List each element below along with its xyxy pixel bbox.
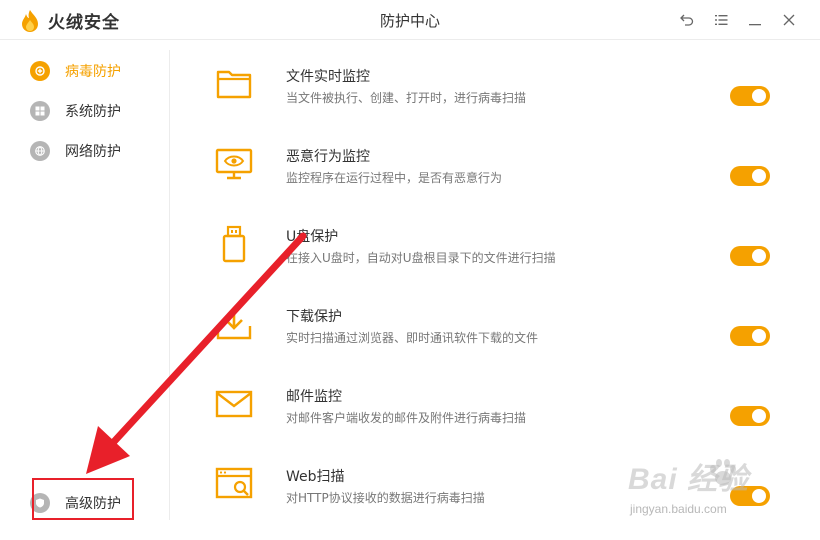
feature-description: 对邮件客户端收发的邮件及附件进行病毒扫描 [286,411,527,425]
menu-icon [715,15,728,25]
feature-description: 对HTTP协议接收的数据进行病毒扫描 [286,491,485,505]
sidebar-item-label: 病毒防护 [65,64,121,80]
protection-list: 文件实时监控 当文件被执行、创建、打开时，进行病毒扫描 恶意行为监控 监控程序在… [170,40,820,540]
mail-monitor-toggle[interactable] [730,406,770,426]
behavior-monitor-toggle[interactable] [730,166,770,186]
window-title: 防护中心 [379,12,440,30]
list-item: 恶意行为监控 监控程序在运行过程中，是否有恶意行为 [170,120,820,200]
sidebar-item-network-protection[interactable]: 网络防护 [30,139,121,163]
undo-icon [680,14,694,26]
sidebar-item-label: 网络防护 [65,144,121,160]
feature-title: 邮件监控 [286,389,342,405]
folder-icon [214,64,254,104]
feature-description: 监控程序在运行过程中，是否有恶意行为 [286,171,503,185]
feature-title: 下载保护 [286,309,342,325]
flame-logo-icon [22,9,38,32]
feature-title: U盘保护 [286,229,339,245]
title-bar: 火绒安全 防护中心 [0,0,820,40]
close-button[interactable] [772,8,806,32]
web-scan-toggle[interactable] [730,486,770,506]
menu-button[interactable] [704,8,738,32]
sidebar-item-virus-protection[interactable]: 病毒防护 [30,59,121,83]
feature-description: 实时扫描通过浏览器、即时通讯软件下载的文件 [286,331,539,345]
feature-description: 当文件被执行、创建、打开时，进行病毒扫描 [286,91,527,105]
minimize-icon [749,24,761,26]
virus-protection-icon [30,61,50,81]
feature-description: 在接入U盘时，自动对U盘根目录下的文件进行扫描 [286,251,556,265]
web-scan-icon [214,464,254,504]
list-item: 邮件监控 对邮件客户端收发的邮件及附件进行病毒扫描 [170,360,820,440]
download-icon [214,304,254,344]
usb-protection-toggle[interactable] [730,246,770,266]
feature-title: Web扫描 [286,469,345,485]
feature-title: 恶意行为监控 [286,149,370,165]
close-icon [783,14,795,26]
mail-icon [214,384,254,424]
minimize-button[interactable] [738,8,772,32]
monitor-eye-icon [214,144,254,184]
list-item: U盘保护 在接入U盘时，自动对U盘根目录下的文件进行扫描 [170,200,820,280]
app-name: 火绒安全 [48,13,120,33]
usb-drive-icon [214,224,254,264]
sidebar: 病毒防护 系统防护 网络防护 高级防护 [0,40,170,540]
undo-button[interactable] [670,8,704,32]
highlight-box [32,478,134,520]
list-item: 文件实时监控 当文件被执行、创建、打开时，进行病毒扫描 [170,40,820,120]
feature-title: 文件实时监控 [286,69,370,85]
download-protection-toggle[interactable] [730,326,770,346]
app-logo: 火绒安全 [20,8,120,33]
file-monitor-toggle[interactable] [730,86,770,106]
list-item: Web扫描 对HTTP协议接收的数据进行病毒扫描 [170,440,820,520]
sidebar-item-label: 系统防护 [65,104,121,120]
windows-icon [30,101,50,121]
list-item: 下载保护 实时扫描通过浏览器、即时通讯软件下载的文件 [170,280,820,360]
sidebar-item-system-protection[interactable]: 系统防护 [30,99,121,123]
network-icon [30,141,50,161]
